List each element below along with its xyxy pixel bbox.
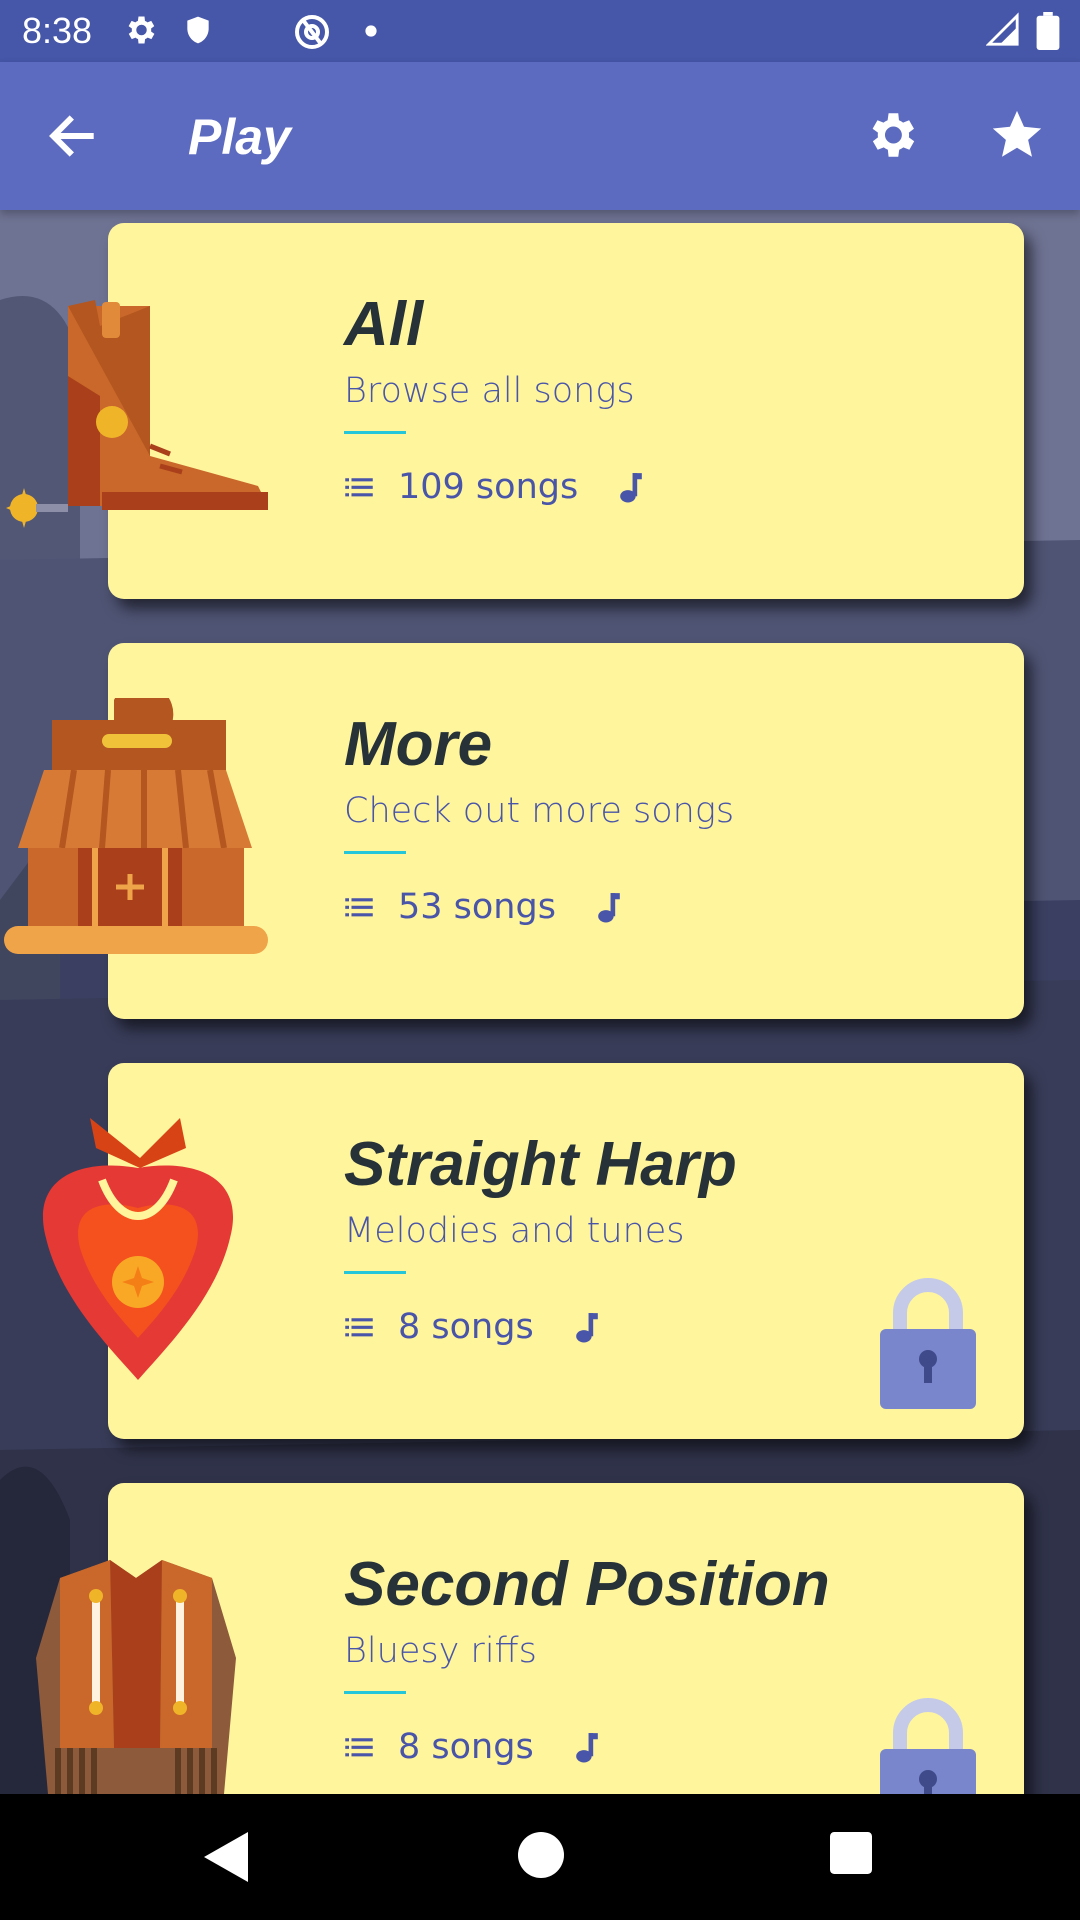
list-icon <box>345 1318 373 1337</box>
vest-illustration <box>36 1560 236 1794</box>
at-sign-icon <box>295 15 329 49</box>
card-title: Straight Harp <box>344 1130 737 1199</box>
battery-icon <box>1036 12 1060 50</box>
list-icon <box>345 1738 373 1757</box>
signal-icon <box>986 12 1019 46</box>
star-icon[interactable] <box>988 106 1046 164</box>
music-note-icon <box>575 1313 598 1343</box>
card-subtitle: Melodies and tunes <box>344 1211 685 1251</box>
music-note-icon <box>598 893 620 923</box>
status-bar: 8:38 <box>0 0 1080 62</box>
list-icon <box>345 898 373 917</box>
home-circle-icon[interactable] <box>518 1832 564 1878</box>
card-meta: 8 songs <box>344 1297 600 1357</box>
status-time: 8:38 <box>22 10 93 51</box>
card-title: Second Position <box>344 1550 830 1619</box>
category-card-second-position[interactable]: Second Position Bluesy riffs 8 songs <box>108 1483 1024 1794</box>
card-divider <box>344 431 406 434</box>
card-title: All <box>344 290 424 359</box>
card-subtitle: Check out more songs <box>344 791 735 831</box>
card-divider <box>344 1271 406 1274</box>
page-title: Play <box>188 109 291 165</box>
navigation-bar <box>0 1794 1080 1920</box>
card-subtitle: Bluesy riffs <box>344 1631 537 1671</box>
song-count: 8 songs <box>398 1307 534 1347</box>
lock-icon <box>880 1278 976 1409</box>
card-meta: 8 songs <box>344 1717 600 1777</box>
app-bar: Play <box>0 62 1080 210</box>
card-divider <box>344 1691 406 1694</box>
dot-icon <box>365 25 377 37</box>
lock-icon <box>880 1698 976 1794</box>
card-title: More <box>344 710 493 779</box>
recents-square-icon[interactable] <box>830 1832 872 1874</box>
bandana-illustration <box>42 1118 234 1380</box>
music-note-icon <box>575 1733 598 1763</box>
card-divider <box>344 851 406 854</box>
song-count: 53 songs <box>398 887 556 927</box>
category-list: All Browse all songs 109 songs More Chec… <box>0 210 1080 1794</box>
back-triangle-icon[interactable] <box>204 1832 248 1882</box>
card-meta: 53 songs <box>344 877 622 937</box>
gear-icon[interactable] <box>862 106 920 164</box>
shield-icon <box>187 16 209 44</box>
music-note-icon <box>620 473 643 503</box>
cowboy-boot-illustration <box>6 300 268 528</box>
song-count: 8 songs <box>398 1727 534 1767</box>
saloon-illustration <box>4 698 268 954</box>
gear-icon <box>128 16 155 44</box>
list-icon <box>345 478 373 497</box>
song-count: 109 songs <box>398 467 579 507</box>
back-arrow-icon[interactable] <box>44 108 100 164</box>
card-meta: 109 songs <box>344 457 644 517</box>
card-subtitle: Browse all songs <box>344 371 635 411</box>
category-card-straight-harp[interactable]: Straight Harp Melodies and tunes 8 songs <box>108 1063 1024 1439</box>
